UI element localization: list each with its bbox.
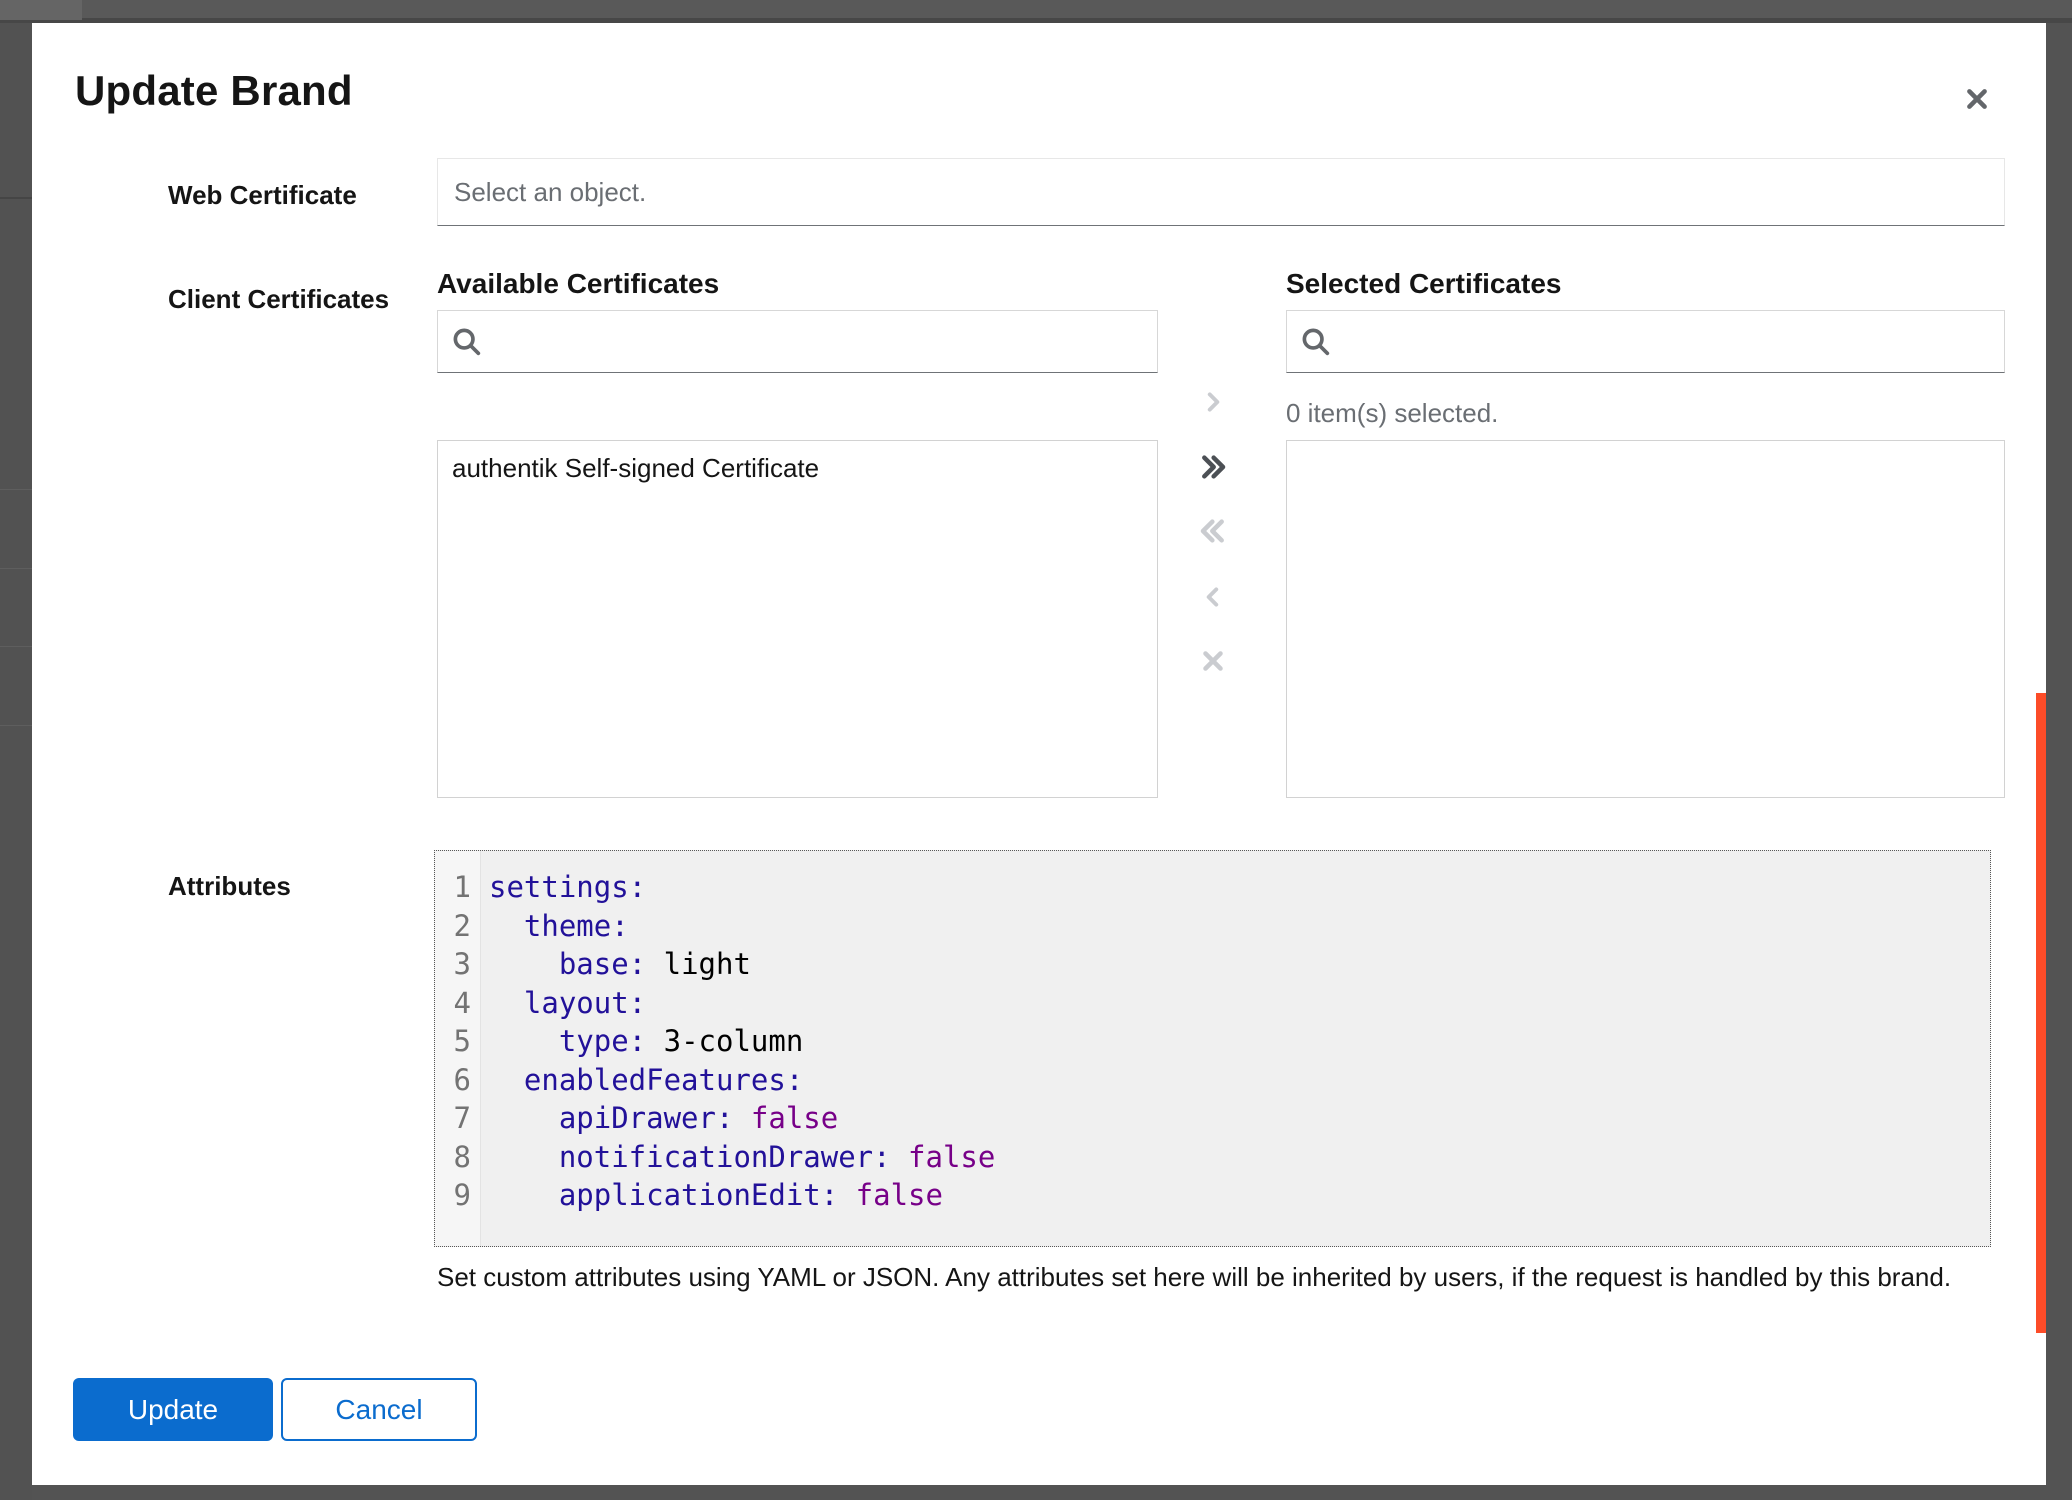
- code-line-number: 2: [435, 907, 480, 946]
- search-icon: [450, 325, 484, 359]
- selected-certificates-list: [1286, 440, 2005, 798]
- selected-search-input[interactable]: [1343, 326, 1992, 357]
- times-icon: [1198, 646, 1228, 676]
- available-certificates-list: authentik Self-signed Certificate: [437, 440, 1158, 798]
- cancel-button[interactable]: Cancel: [281, 1378, 477, 1441]
- code-editor-gutter: 123456789: [435, 851, 481, 1246]
- backdrop-divider: [0, 725, 32, 726]
- close-button[interactable]: [1955, 77, 1999, 121]
- code-line: notificationDrawer: false: [489, 1138, 1990, 1177]
- selected-certificates-heading: Selected Certificates: [1286, 268, 1561, 300]
- code-line: base: light: [489, 945, 1990, 984]
- code-line-number: 7: [435, 1099, 480, 1138]
- close-icon: [1964, 86, 1990, 112]
- code-line-number: 1: [435, 868, 480, 907]
- web-certificate-label: Web Certificate: [168, 181, 357, 209]
- code-line-number: 6: [435, 1061, 480, 1100]
- backdrop-left-strip: [0, 23, 32, 1500]
- backdrop-top-left-block: [0, 0, 82, 20]
- code-line: theme:: [489, 907, 1990, 946]
- available-certificates-heading: Available Certificates: [437, 268, 719, 300]
- client-certificates-label: Client Certificates: [168, 285, 389, 313]
- backdrop-divider: [0, 646, 32, 647]
- move-all-right-button[interactable]: [1191, 445, 1235, 489]
- move-all-left-button[interactable]: [1191, 509, 1235, 553]
- code-line-number: 3: [435, 945, 480, 984]
- available-certificate-item[interactable]: authentik Self-signed Certificate: [438, 441, 1157, 496]
- update-brand-modal: Update Brand Web Certificate Client Cert…: [32, 23, 2046, 1485]
- move-selected-right-button[interactable]: [1191, 380, 1235, 424]
- chevron-right-icon: [1200, 389, 1226, 415]
- code-line-number: 8: [435, 1138, 480, 1177]
- available-search-input[interactable]: [494, 326, 1145, 357]
- backdrop-divider: [0, 568, 32, 569]
- code-line: type: 3-column: [489, 1022, 1990, 1061]
- selected-count-status: 0 item(s) selected.: [1286, 398, 1498, 429]
- backdrop-divider: [0, 197, 32, 199]
- web-certificate-select-input[interactable]: [437, 158, 2005, 226]
- double-chevron-left-icon: [1197, 515, 1229, 547]
- selected-search-box: [1286, 310, 2005, 373]
- double-chevron-right-icon: [1197, 451, 1229, 483]
- attributes-code-editor[interactable]: 123456789 settings: theme: base: light l…: [434, 850, 1991, 1247]
- modal-scrollbar-thumb[interactable]: [2036, 693, 2046, 1333]
- code-line: enabledFeatures:: [489, 1061, 1990, 1100]
- update-button[interactable]: Update: [73, 1378, 273, 1441]
- code-line: settings:: [489, 868, 1990, 907]
- code-line-number: 9: [435, 1176, 480, 1215]
- available-search-box: [437, 310, 1158, 373]
- clear-selection-button[interactable]: [1191, 639, 1235, 683]
- search-icon: [1299, 325, 1333, 359]
- code-line: layout:: [489, 984, 1990, 1023]
- attributes-help-text: Set custom attributes using YAML or JSON…: [437, 1261, 1957, 1294]
- code-line: apiDrawer: false: [489, 1099, 1990, 1138]
- modal-title: Update Brand: [75, 67, 353, 115]
- code-line-number: 5: [435, 1022, 480, 1061]
- code-editor-content: settings: theme: base: light layout: typ…: [481, 851, 1990, 1246]
- code-line-number: 4: [435, 984, 480, 1023]
- backdrop-divider: [0, 489, 32, 490]
- attributes-label: Attributes: [168, 872, 291, 900]
- code-line: applicationEdit: false: [489, 1176, 1990, 1215]
- chevron-left-icon: [1200, 584, 1226, 610]
- move-selected-left-button[interactable]: [1191, 575, 1235, 619]
